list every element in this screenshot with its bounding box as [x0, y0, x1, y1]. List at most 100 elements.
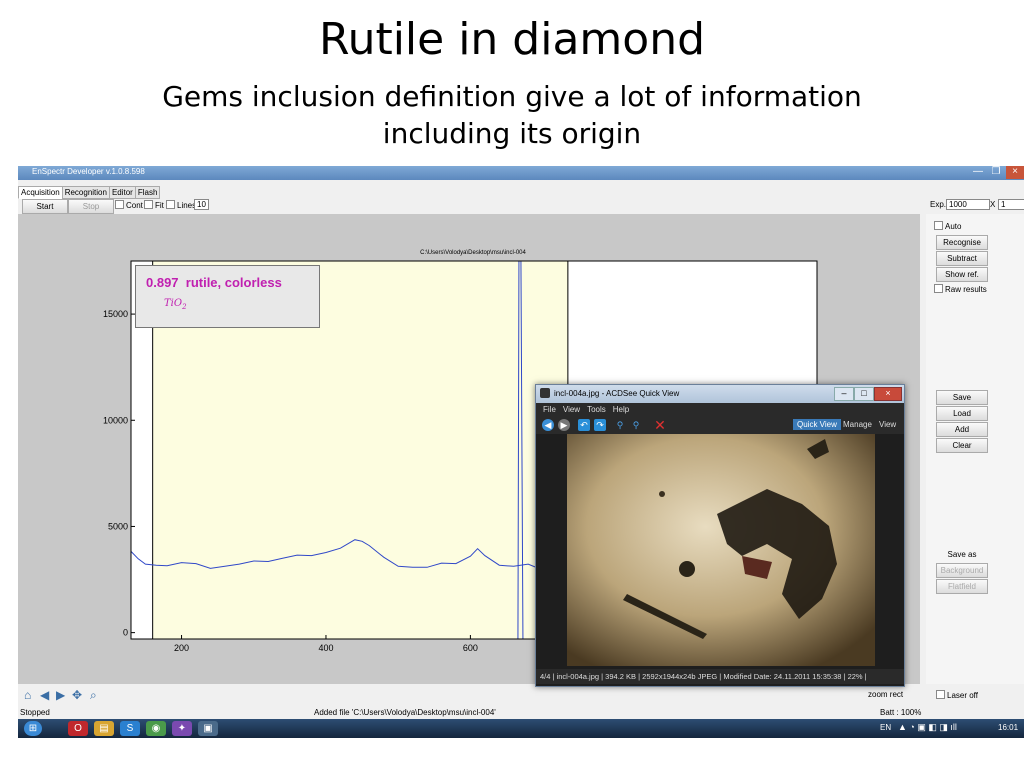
- inclusion-photo: [567, 434, 875, 666]
- status-message: Added file 'C:\Users\Volodya\Desktop\msu…: [314, 708, 496, 717]
- inclusion-photo-graphic: [567, 434, 875, 666]
- mode-view[interactable]: View: [879, 420, 896, 429]
- y-tick-label: 10000: [103, 415, 128, 425]
- add-button[interactable]: Add: [936, 422, 988, 437]
- slide-subtitle: Gems inclusion definition give a lot of …: [0, 78, 1024, 152]
- previous-icon[interactable]: ◀: [542, 419, 554, 431]
- raw-results-label: Raw results: [945, 285, 987, 294]
- x-label: X: [990, 200, 996, 209]
- acdsee-window[interactable]: incl-004a.jpg - ACDSee Quick View – □ × …: [535, 384, 905, 687]
- right-panel: Auto Recognise Subtract Show ref. Raw re…: [926, 214, 1024, 684]
- subtitle-line-2: including its origin: [382, 117, 642, 150]
- x-tick-label: 200: [174, 643, 189, 653]
- app-title-bar: EnSpectr Developer v.1.0.8.598 — ❐ ×: [18, 166, 1024, 180]
- language-indicator[interactable]: EN: [880, 723, 891, 732]
- result-title: 0.897 rutile, colorless: [146, 275, 282, 290]
- menu-help[interactable]: Help: [613, 405, 629, 414]
- home-icon[interactable]: ⌂: [24, 688, 31, 702]
- menu-tools[interactable]: Tools: [587, 405, 606, 414]
- acdsee-menu: File View Tools Help: [536, 403, 904, 416]
- media-icon[interactable]: ◉: [146, 721, 166, 736]
- back-icon[interactable]: ◀: [40, 688, 49, 702]
- mode-quick-view[interactable]: Quick View: [793, 419, 841, 430]
- acdsee-status-bar: 4/4 | incl-004a.jpg | 394.2 KB | 2592x19…: [536, 669, 904, 684]
- explorer-icon[interactable]: ▤: [94, 721, 114, 736]
- result-formula-sub: 2: [182, 303, 187, 311]
- raw-results-checkbox[interactable]: Raw results: [934, 284, 987, 294]
- rotate-right-icon[interactable]: ↷: [594, 419, 606, 431]
- skype-icon[interactable]: S: [120, 721, 140, 736]
- mode-manage[interactable]: Manage: [843, 420, 872, 429]
- lines-spinner[interactable]: 10: [194, 199, 209, 210]
- status-text: Stopped: [20, 708, 50, 717]
- acquisition-toolbar: Start Stop Cont Fit Lines 10 Exp. 1000 X…: [18, 197, 1024, 214]
- acdsee-status-text: 4/4 | incl-004a.jpg | 394.2 KB | 2592x19…: [540, 672, 867, 681]
- x-tick-label: 600: [463, 643, 478, 653]
- rotate-left-icon[interactable]: ↶: [578, 419, 590, 431]
- clear-button[interactable]: Clear: [936, 438, 988, 453]
- maximize-icon[interactable]: ❐: [984, 166, 1008, 179]
- delete-icon[interactable]: ✕: [654, 418, 666, 432]
- app-icon[interactable]: ✦: [172, 721, 192, 736]
- load-button[interactable]: Load: [936, 406, 988, 421]
- acdsee-minimize-icon[interactable]: –: [834, 387, 854, 401]
- acdsee-taskbar-icon[interactable]: ▣: [198, 721, 218, 736]
- flatfield-button[interactable]: Flatfield: [936, 579, 988, 594]
- save-as-label: Save as: [947, 550, 977, 559]
- acdsee-app-icon: [540, 388, 550, 398]
- x-tick-label: 400: [318, 643, 333, 653]
- zoom-in-icon[interactable]: ⚲: [614, 419, 626, 431]
- clock: 16:01: [998, 723, 1019, 732]
- opera-icon[interactable]: O: [68, 721, 88, 736]
- acdsee-close-icon[interactable]: ×: [874, 387, 902, 401]
- zoom-rect-label: zoom rect: [868, 690, 904, 699]
- fit-checkbox[interactable]: Fit: [144, 200, 164, 210]
- lines-checkbox[interactable]: Lines: [166, 200, 196, 210]
- start-button[interactable]: Start: [22, 199, 68, 214]
- plot-path-label: C:\Users\Volodya\Desktop\msu\incl-004: [420, 250, 526, 256]
- tray-icons[interactable]: ▲ ◔ ▣ ◧ ◨ ıll: [898, 722, 957, 733]
- auto-checkbox[interactable]: Auto: [934, 221, 961, 231]
- subtract-button[interactable]: Subtract: [936, 251, 988, 266]
- background-button[interactable]: Background: [936, 563, 988, 578]
- acdsee-title-bar[interactable]: incl-004a.jpg - ACDSee Quick View – □ ×: [536, 385, 904, 403]
- close-icon[interactable]: ×: [1006, 166, 1024, 179]
- subtitle-line-1: Gems inclusion definition give a lot of …: [162, 80, 862, 113]
- result-formula-main: TiO: [164, 298, 183, 309]
- exp-input[interactable]: 1000: [946, 199, 990, 210]
- x-input[interactable]: 1: [998, 199, 1024, 210]
- cont-checkbox[interactable]: Cont: [115, 200, 143, 210]
- start-orb-icon[interactable]: ⊞: [24, 721, 42, 736]
- stop-button[interactable]: Stop: [68, 199, 114, 214]
- main-tabs: Acquisition Recognition Editor Flash: [18, 182, 161, 199]
- laser-off-label: Laser off: [947, 691, 978, 700]
- save-button[interactable]: Save: [936, 390, 988, 405]
- zoom-icon[interactable]: ⌕: [90, 688, 97, 703]
- fit-label: Fit: [155, 201, 164, 210]
- recognise-button[interactable]: Recognise: [936, 235, 988, 250]
- navigation-toolbar: ⌂ ◀ ▶ ✥ ⌕ zoom rect Laser off: [18, 684, 1024, 706]
- y-tick-label: 15000: [103, 309, 128, 319]
- slide-title: Rutile in diamond: [318, 14, 706, 65]
- recognition-result-box: 0.897 rutile, colorless TiO2: [135, 265, 320, 328]
- zoom-out-icon[interactable]: ⚲: [630, 419, 642, 431]
- y-tick-label: 5000: [108, 521, 128, 531]
- laser-off-checkbox[interactable]: Laser off: [936, 690, 978, 700]
- cont-label: Cont: [126, 201, 143, 210]
- acdsee-toolbar: ◀ ▶ ↶ ↷ ⚲ ⚲ ✕ Quick View Manage View: [536, 416, 904, 434]
- menu-view[interactable]: View: [563, 405, 580, 414]
- show-ref-button[interactable]: Show ref.: [936, 267, 988, 282]
- result-formula: TiO2: [164, 298, 187, 311]
- menu-file[interactable]: File: [543, 405, 556, 414]
- battery-status: Batt : 100%: [880, 708, 922, 717]
- auto-label: Auto: [945, 222, 962, 231]
- y-tick-label: 0: [123, 628, 128, 638]
- status-bar: Stopped Added file 'C:\Users\Volodya\Des…: [18, 708, 1024, 718]
- next-icon[interactable]: ▶: [558, 419, 570, 431]
- pan-icon[interactable]: ✥: [72, 688, 82, 702]
- forward-icon[interactable]: ▶: [56, 688, 65, 702]
- exp-label: Exp.: [930, 200, 947, 209]
- acdsee-maximize-icon[interactable]: □: [854, 387, 874, 401]
- app-title: EnSpectr Developer v.1.0.8.598: [32, 167, 145, 176]
- acdsee-title: incl-004a.jpg - ACDSee Quick View: [554, 389, 680, 398]
